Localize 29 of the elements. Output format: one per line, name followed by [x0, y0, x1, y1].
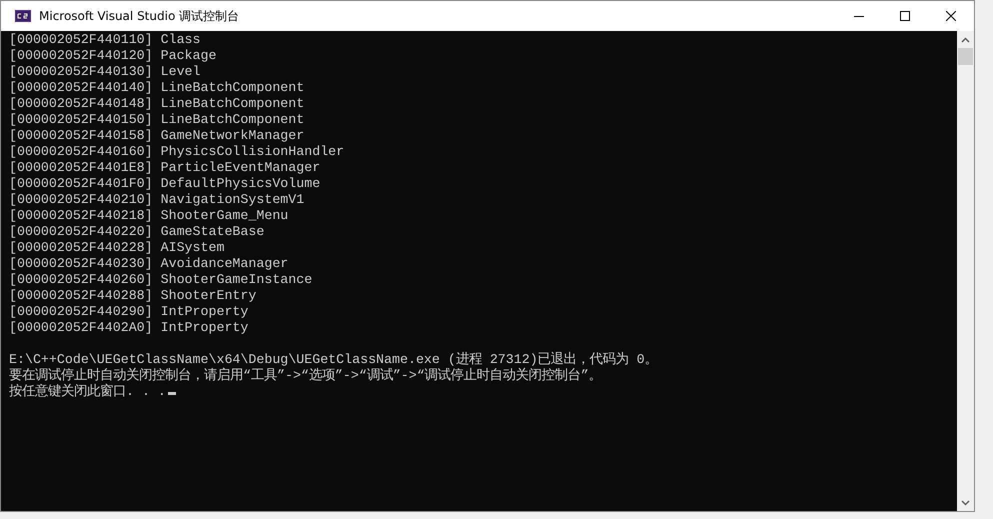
console-line: [000002052F440210] NavigationSystemV1: [9, 192, 304, 208]
window-title: Microsoft Visual Studio 调试控制台: [39, 8, 240, 24]
console-line: [000002052F440260] ShooterGameInstance: [9, 272, 312, 288]
maximize-icon: [900, 11, 910, 21]
console-line: [000002052F440120] Package: [9, 48, 216, 64]
console-message: 按任意键关闭此窗口. . .: [9, 384, 176, 400]
scroll-thumb[interactable]: [958, 48, 973, 65]
console-line: [000002052F4401F0] DefaultPhysicsVolume: [9, 176, 320, 192]
console-line: [000002052F440130] Level: [9, 64, 201, 80]
console-app-icon: [15, 10, 31, 22]
console-message: 要在调试停止时自动关闭控制台，请启用“工具”->“选项”->“调试”->“调试停止时自动关闭控制台”。: [9, 368, 602, 384]
console-line: [000002052F440150] LineBatchComponent: [9, 112, 304, 128]
text-cursor: [168, 392, 176, 395]
close-icon: [946, 11, 956, 21]
console-line: [000002052F440290] IntProperty: [9, 304, 248, 320]
console-line: [000002052F440158] GameNetworkManager: [9, 128, 304, 144]
console-line: [000002052F440160] PhysicsCollisionHandler: [9, 144, 344, 160]
console-line: [000002052F440148] LineBatchComponent: [9, 96, 304, 112]
console-line: [000002052F440218] ShooterGame_Menu: [9, 208, 288, 224]
console-message: E:\C++Code\UEGetClassName\x64\Debug\UEGetClassName.exe (进程 27312)已退出，代码为 0。: [9, 352, 658, 368]
console-line: [000002052F440288] ShooterEntry: [9, 288, 256, 304]
console-line: [000002052F4401E8] ParticleEventManager: [9, 160, 320, 176]
console-line: [000002052F440140] LineBatchComponent: [9, 80, 304, 96]
console-line: [000002052F4402A0] IntProperty: [9, 320, 248, 336]
scrollbar[interactable]: [957, 31, 974, 511]
console-line: [000002052F440228] AISystem: [9, 240, 224, 256]
console-line: [000002052F440220] GameStateBase: [9, 224, 264, 240]
console-line: [000002052F440110] Class: [9, 32, 201, 48]
console-line: [000002052F440230] AvoidanceManager: [9, 256, 288, 272]
